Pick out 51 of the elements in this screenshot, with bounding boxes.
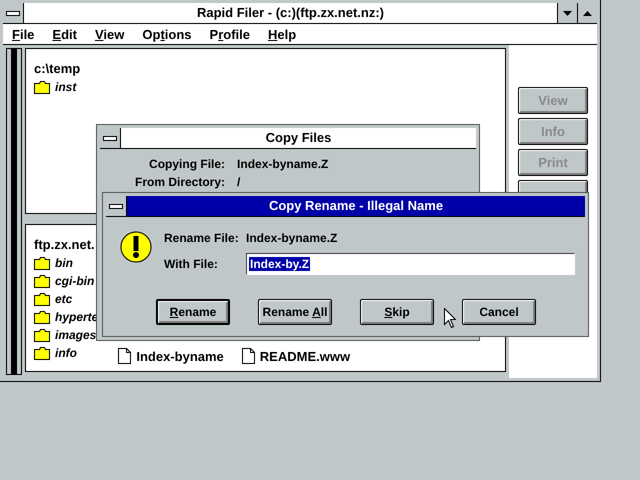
folder-name[interactable]: hyperte [55,310,98,324]
vertical-scroll-bar[interactable] [6,48,22,375]
file-name[interactable]: Index-byname [136,348,224,364]
folder-icon [34,346,50,360]
folder-name[interactable]: info [55,346,77,360]
directory-path: ftp.zx.net. [34,237,96,252]
directory-path: c:\temp [34,61,80,76]
dialog-title: Copy Rename - Illegal Name [268,197,444,215]
maximize-button[interactable] [577,3,597,23]
menu-item[interactable]: View [94,26,124,42]
rename-file-value: Index-byname.Z [246,231,338,245]
folder-icon [34,292,50,306]
folder-name[interactable]: images [55,328,96,342]
field-label: From Directory: [135,175,226,189]
field-value: / [237,175,242,189]
system-menu-icon[interactable] [103,136,117,140]
menu-item[interactable]: Help [268,26,296,42]
menu-item[interactable]: Edit [52,26,77,42]
folder-name[interactable]: bin [55,256,73,270]
with-file-label: With File: [164,257,219,271]
dialog-button[interactable]: Rename All [258,299,332,325]
folder-icon [34,310,50,324]
dialog-button[interactable]: Skip [360,299,434,325]
rename-file-label: Rename File: [164,231,240,245]
menu-item[interactable]: Profile [210,26,250,42]
menu-item[interactable]: Options [142,26,192,42]
document-icon [118,348,132,364]
folder-name[interactable]: inst [55,80,76,94]
dialog-title: Copy Files [264,129,332,147]
folder-icon [34,80,50,94]
folder-icon [34,328,50,342]
system-menu-icon[interactable] [109,204,123,208]
folder-name[interactable]: etc [55,292,72,306]
field-value: Index-byname.Z [237,157,330,171]
folder-name[interactable]: cgi-bin [55,274,94,288]
system-menu-icon[interactable] [6,10,20,16]
mouse-cursor-icon [444,308,456,328]
window-title: Rapid Filer - (c:)(ftp.zx.net.nz:) [196,4,386,22]
warning-icon [120,231,152,263]
field-label: Copying File: [148,157,226,171]
folder-icon [34,256,50,270]
dialog-button[interactable]: Cancel [462,299,536,325]
caret-up-icon [583,10,592,16]
caret-down-icon [563,10,572,16]
folder-icon [34,274,50,288]
file-name[interactable]: README.www [260,348,350,364]
with-file-input[interactable]: Index-by.Z [246,253,575,275]
menu-item[interactable]: File [12,26,34,42]
minimize-button[interactable] [557,3,577,23]
dialog-button[interactable]: Rename [156,299,230,325]
document-icon [242,348,255,364]
